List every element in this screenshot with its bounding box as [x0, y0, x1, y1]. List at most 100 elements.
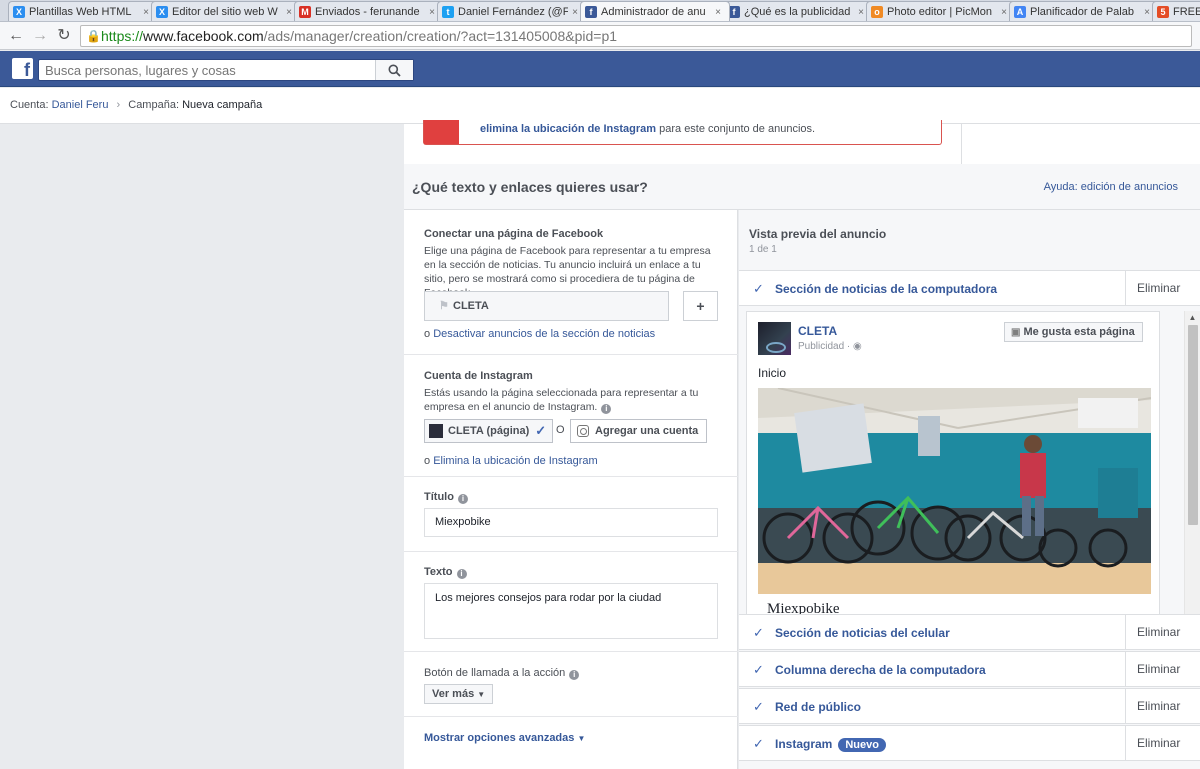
chevron-right-icon: › [116, 99, 121, 111]
placement-row[interactable]: ✓ Sección de noticias de la computadora … [739, 270, 1200, 306]
scroll-up-arrow-icon[interactable]: ▲ [1185, 311, 1200, 325]
address-bar[interactable]: 🔒 https://www.facebook.com/ads/manager/c… [80, 25, 1192, 47]
breadcrumb-account-link[interactable]: Daniel Feru [52, 99, 109, 111]
remove-instagram-link[interactable]: elimina la ubicación de Instagram [480, 123, 656, 135]
tab-title: Daniel Fernández (@F [458, 6, 568, 18]
placement-name: Columna derecha de la computadora [775, 663, 986, 677]
info-icon[interactable]: i [569, 670, 580, 680]
instagram-description: Estás usando la página seleccionada para… [424, 386, 704, 414]
twitter-icon: t [442, 6, 454, 18]
instagram-label: Cuenta de Instagram [424, 370, 533, 382]
forward-arrow-icon[interactable]: → [30, 26, 50, 46]
alert-text: elimina la ubicación de Instagram para e… [480, 123, 815, 135]
text-textarea[interactable]: Los mejores consejos para rodar por la c… [424, 583, 718, 639]
tab-title: Administrador de anu [601, 6, 706, 18]
instagram-selected-page[interactable]: CLETA (página) ✓ [424, 419, 554, 443]
close-tab-icon[interactable]: × [427, 7, 437, 18]
preview-title: Vista previa del anuncio [749, 227, 887, 241]
search-input[interactable] [39, 60, 369, 80]
wix-icon: X [13, 6, 25, 18]
new-badge: Nuevo [838, 738, 886, 752]
cta-select[interactable]: Ver más ▼ [424, 684, 494, 704]
thumbs-up-icon: ▣ [1011, 327, 1021, 338]
search-button[interactable] [375, 60, 413, 80]
remove-instagram-placement-link[interactable]: Elimina la ubicación de Instagram [433, 455, 597, 467]
placement-row[interactable]: ✓ Sección de noticias del celular Elimin… [739, 614, 1200, 650]
placement-row[interactable]: ✓ Instagram Nuevo Eliminar [739, 725, 1200, 761]
browser-tab[interactable]: f Administrador de anu × [580, 1, 730, 21]
ad-preview-panel: Vista previa del anuncio 1 de 1 ✓ Secció… [739, 210, 1200, 769]
close-tab-icon[interactable]: × [141, 7, 151, 18]
browser-tab[interactable]: A Planificador de Palab × [1009, 1, 1159, 21]
placement-name-text: Instagram [775, 737, 833, 751]
wix-icon: X [156, 6, 168, 18]
lock-icon: 🔒 [86, 29, 101, 43]
remove-placement-button[interactable]: Eliminar [1125, 726, 1180, 760]
add-page-button[interactable]: + [683, 291, 718, 321]
remove-placement-button[interactable]: Eliminar [1125, 652, 1180, 686]
cta-label: Botón de llamada a la acción i [424, 667, 580, 680]
facebook-page-select[interactable]: ⚑ CLETA [424, 291, 669, 321]
or-separator: O [556, 424, 565, 436]
browser-tab[interactable]: M Enviados - ferunande × [294, 1, 444, 21]
browser-tab[interactable]: 5FREE Ba× [1152, 1, 1200, 21]
browser-tab[interactable]: f ¿Qué es la publicidad × [723, 1, 873, 21]
tab-title: FREE Ba [1173, 6, 1200, 18]
link-prefix: o [424, 328, 434, 340]
ad-preview-card: CLETA Publicidad · ◉ ▣ Me gusta esta pági… [746, 311, 1160, 617]
alert-rest-text: para este conjunto de anuncios. [656, 123, 816, 135]
tab-title: ¿Qué es la publicidad [744, 6, 851, 18]
like-page-button[interactable]: ▣ Me gusta esta página [1004, 322, 1143, 342]
sponsored-label: Publicidad · ◉ [798, 341, 862, 352]
divider [961, 124, 962, 164]
add-instagram-account-button[interactable]: Agregar una cuenta [570, 419, 708, 443]
close-tab-icon[interactable]: × [284, 7, 294, 18]
scrollbar-thumb[interactable] [1188, 325, 1198, 525]
tab-title: Editor del sitio web W [172, 6, 278, 18]
checkmark-icon: ✓ [753, 662, 764, 677]
help-link[interactable]: Ayuda: edición de anuncios [1044, 181, 1178, 193]
url-scheme: https:// [101, 28, 144, 44]
advanced-options-link[interactable]: Mostrar opciones avanzadas ▼ [424, 732, 585, 744]
globe-icon: ◉ [853, 341, 862, 352]
disable-newsfeed-link[interactable]: Desactivar anuncios de la sección de not… [433, 328, 655, 340]
checkmark-icon: ✓ [753, 281, 764, 296]
info-icon[interactable]: i [457, 494, 468, 504]
placement-row[interactable]: ✓ Columna derecha de la computadora Elim… [739, 651, 1200, 687]
info-icon[interactable]: i [456, 569, 467, 579]
remove-placement-button[interactable]: Eliminar [1125, 689, 1180, 723]
instagram-selected-label: CLETA (página) [448, 425, 530, 437]
facebook-logo-icon[interactable]: f [12, 58, 33, 79]
browser-tab[interactable]: o Photo editor | PicMon × [866, 1, 1016, 21]
close-tab-icon[interactable]: × [999, 7, 1009, 18]
instagram-description-text: Estás usando la página seleccionada para… [424, 387, 699, 413]
ad-image [758, 388, 1151, 594]
placement-row[interactable]: ✓ Red de público Eliminar [739, 688, 1200, 724]
placement-name: Sección de noticias de la computadora [775, 282, 998, 296]
newsfeed-toggle: o Desactivar anuncios de la sección de n… [424, 328, 655, 340]
info-icon[interactable]: i [601, 404, 612, 414]
instagram-section: Cuenta de Instagram Estás usando la pági… [404, 355, 738, 477]
section-header: ¿Qué texto y enlaces quieres usar? Ayuda… [404, 164, 1200, 210]
browser-tab[interactable]: t Daniel Fernández (@F × [437, 1, 587, 21]
browser-tab[interactable]: X Plantillas Web HTML × [8, 1, 158, 21]
headline-input[interactable]: Miexpobike [424, 508, 718, 537]
remove-placement-button[interactable]: Eliminar [1125, 271, 1180, 305]
close-tab-icon[interactable]: × [713, 7, 723, 18]
reload-icon[interactable]: ↻ [54, 26, 74, 46]
cta-section: Botón de llamada a la acción i Ver más ▼ [404, 652, 738, 717]
browser-tab[interactable]: X Editor del sitio web W × [151, 1, 301, 21]
breadcrumb-campaign-value: Nueva campaña [182, 99, 263, 111]
picmonkey-icon: o [871, 6, 883, 18]
ad-form: Conectar una página de Facebook Elige un… [404, 210, 738, 769]
close-tab-icon[interactable]: × [1142, 7, 1152, 18]
remove-placement-button[interactable]: Eliminar [1125, 615, 1180, 649]
preview-scrollbar[interactable]: ▲ [1184, 311, 1200, 617]
back-arrow-icon[interactable]: ← [6, 26, 26, 46]
instagram-warning-alert: elimina la ubicación de Instagram para e… [423, 120, 942, 145]
close-tab-icon[interactable]: × [856, 7, 866, 18]
ad-page-name[interactable]: CLETA [798, 324, 837, 338]
close-tab-icon[interactable]: × [570, 7, 580, 18]
ad-creation-panel: elimina la ubicación de Instagram para e… [404, 120, 1200, 769]
checkmark-icon: ✓ [535, 423, 547, 438]
